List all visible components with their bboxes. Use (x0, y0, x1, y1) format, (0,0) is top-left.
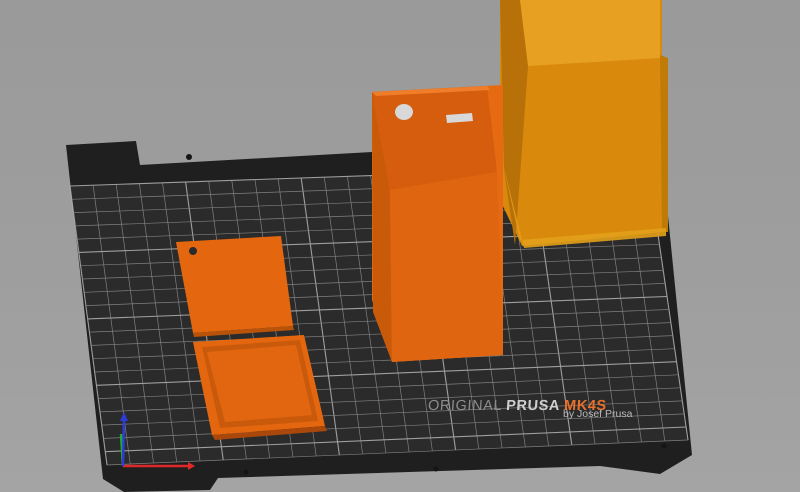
object-open-box[interactable] (372, 85, 503, 362)
object-tray-frame[interactable] (193, 335, 327, 440)
bed-mount-hole (661, 443, 667, 449)
bed-mount-hole (186, 154, 192, 160)
3d-viewport[interactable]: ORIGINAL PRUSA MK4S by Josef Prusa (0, 0, 800, 492)
brand-prefix: ORIGINAL (427, 398, 507, 414)
lid-hole (189, 247, 197, 255)
brand-byline: by Josef Prusa (563, 408, 633, 420)
round-cutout (395, 104, 413, 120)
bed-mount-hole (243, 469, 249, 475)
object-selected-tall-box[interactable] (500, 0, 668, 248)
brand-name: PRUSA (505, 398, 565, 414)
bed-mount-hole (433, 466, 439, 472)
object-lid-plate[interactable] (176, 236, 294, 337)
scene-canvas[interactable] (0, 0, 800, 492)
